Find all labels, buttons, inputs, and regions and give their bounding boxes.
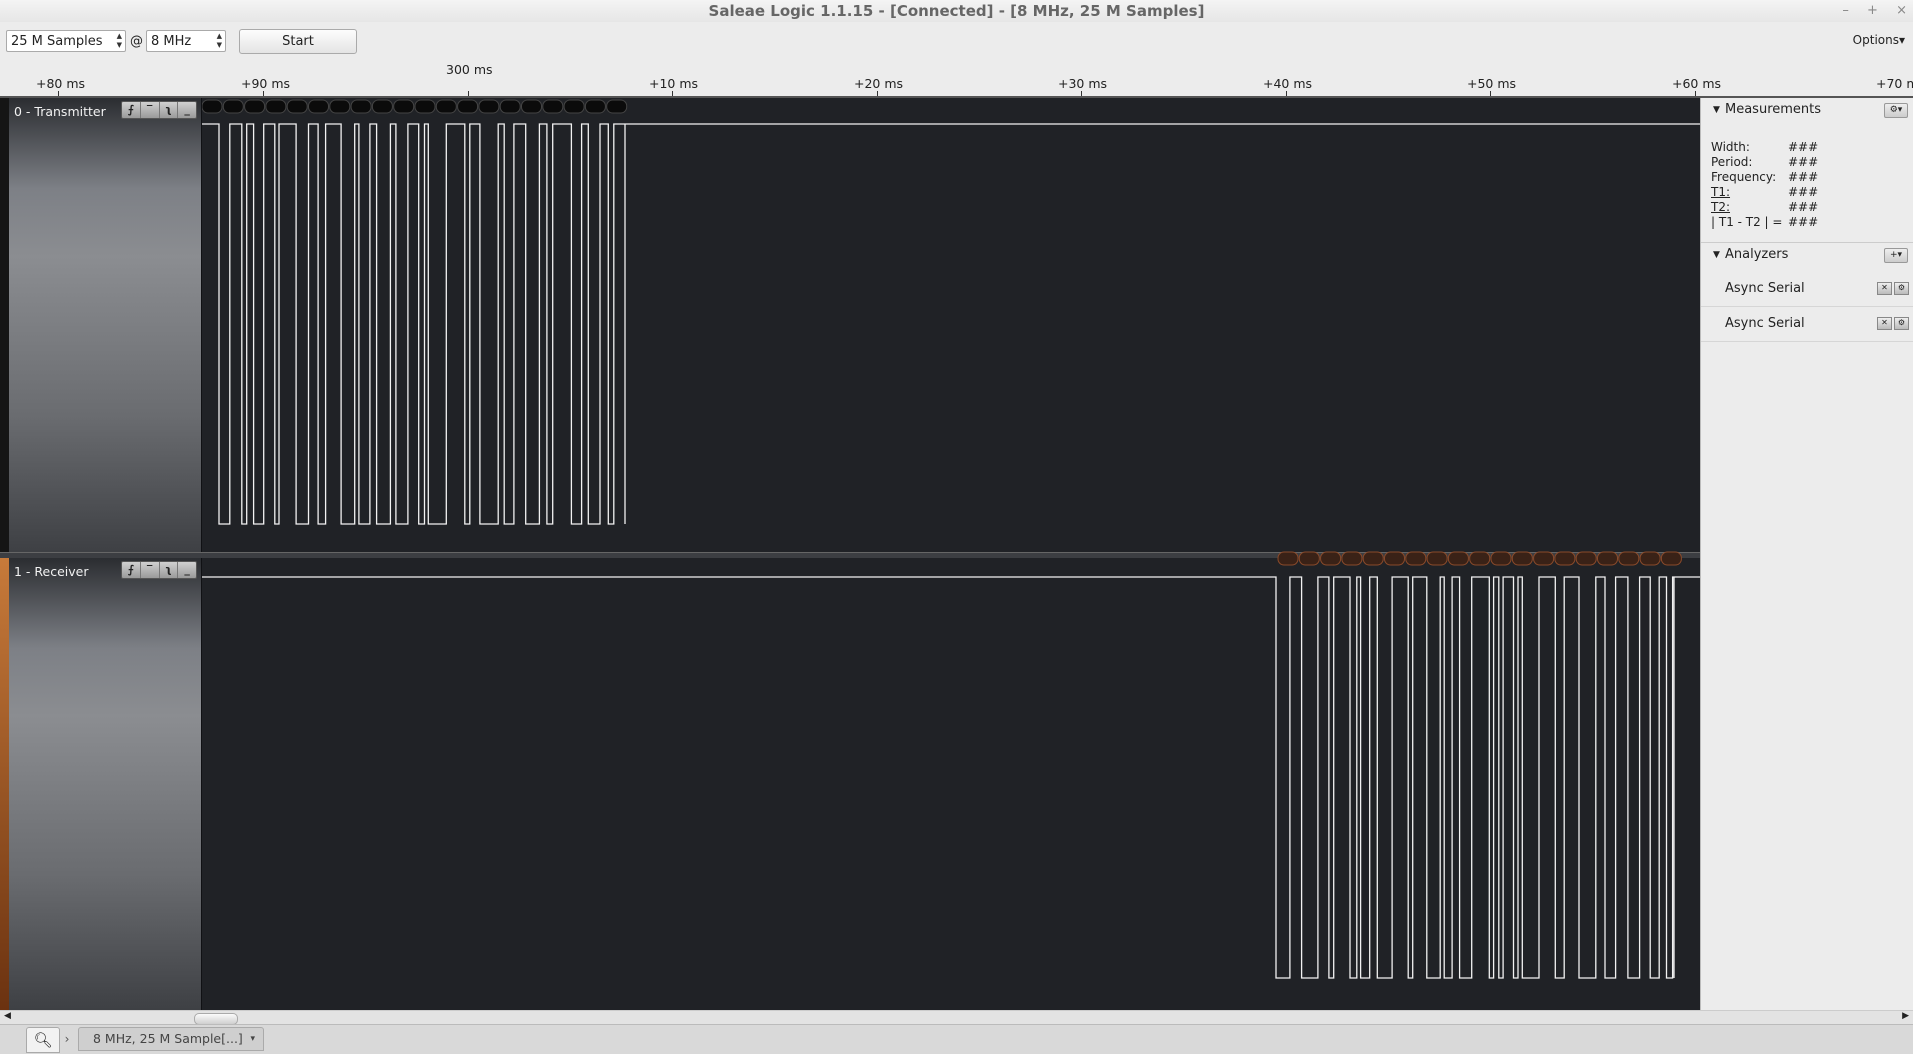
bottom-tab-bar: 🔍︎ › 8 MHz, 25 M Sample[...] ▾ — [0, 1024, 1913, 1054]
tick-label: +10 ms — [649, 76, 699, 91]
search-tab[interactable]: 🔍︎ — [26, 1027, 60, 1053]
channel-1-color-bar — [0, 558, 9, 1010]
sample-rate-selector[interactable]: 8 MHz ▲ ▼ — [146, 30, 226, 52]
analyzer-item[interactable]: Async Serial ✕ ⚙ — [1701, 307, 1913, 342]
gear-icon[interactable]: ⚙ — [1894, 317, 1909, 330]
measurement-row: Frequency: ### — [1711, 170, 1818, 185]
measurements-title: Measurements — [1725, 102, 1822, 117]
channel-1-trigger-buttons: ⨍ ‾ ʅ _ — [121, 561, 197, 579]
high-level-icon[interactable]: ‾ — [141, 102, 160, 118]
measurement-row: T2: ### — [1711, 200, 1818, 215]
measurement-label: Frequency: — [1711, 170, 1777, 184]
channel-1-header[interactable]: 1 - Receiver ⨍ ‾ ʅ _ — [0, 558, 202, 1010]
measurement-label-t1[interactable]: T1: — [1711, 185, 1788, 200]
title-bar: Saleae Logic 1.1.15 - [Connected] - [8 M… — [0, 0, 1913, 22]
channel-1-name: 1 - Receiver — [14, 564, 89, 579]
channel-0-color-bar — [0, 98, 9, 552]
tick-label: +40 ms — [1263, 76, 1313, 91]
measurement-label-t2[interactable]: T2: — [1711, 200, 1788, 215]
at-symbol: @ — [130, 34, 143, 49]
window-title: Saleae Logic 1.1.15 - [Connected] - [8 M… — [708, 2, 1205, 20]
analyzer-name: Async Serial — [1725, 316, 1805, 331]
sample-rate-value: 8 MHz — [151, 34, 192, 49]
next-tab-arrow[interactable]: › — [60, 1027, 74, 1051]
scroll-left-icon[interactable]: ◀ — [4, 1011, 11, 1021]
scroll-right-icon[interactable]: ▶ — [1902, 1011, 1909, 1021]
window-controls: – + × — [1828, 0, 1907, 22]
measurement-value: ### — [1788, 215, 1819, 229]
ruler-center-time: 300 ms — [446, 62, 493, 77]
channel-0-waveform — [202, 123, 1700, 525]
tick-label: +20 ms — [854, 76, 904, 91]
tick-label: +80 ms — [36, 76, 86, 91]
time-ruler[interactable]: 300 ms +80 ms +90 ms +10 ms +20 ms +30 m… — [0, 62, 1913, 98]
maximize-button[interactable]: + — [1867, 3, 1878, 18]
minimize-button[interactable]: – — [1842, 3, 1849, 18]
measurement-label: Width: — [1711, 140, 1750, 154]
measurements-table: Width: ### Period: ### Frequency: ### T1: ##… — [1711, 140, 1818, 230]
low-level-icon[interactable]: _ — [178, 102, 196, 118]
chevron-down-icon[interactable]: ▾ — [250, 1028, 255, 1050]
horizontal-scrollbar[interactable]: ◀ ▶ — [0, 1010, 1913, 1025]
gear-icon[interactable]: ⚙▾ — [1884, 103, 1908, 118]
measurement-row: Width: ### — [1711, 140, 1818, 155]
start-button[interactable]: Start — [239, 29, 357, 54]
measurement-value: ### — [1788, 155, 1819, 169]
channel-0-header[interactable]: 0 - Transmitter ⨍ ‾ ʅ _ — [0, 98, 202, 552]
tick-label: +60 ms — [1672, 76, 1722, 91]
low-level-icon[interactable]: _ — [178, 562, 196, 578]
session-tab-label: 8 MHz, 25 M Sample[...] — [93, 1031, 243, 1046]
tick-label: +50 ms — [1467, 76, 1517, 91]
analyzer-item[interactable]: Async Serial ✕ ⚙ — [1701, 272, 1913, 307]
channel-area: 0 - Transmitter ⨍ ‾ ʅ _ 1 - Receiver ⨍ ‾… — [0, 98, 1700, 1010]
signal-trace — [202, 576, 1700, 979]
falling-edge-icon[interactable]: ʅ — [160, 562, 179, 578]
measurement-value: ### — [1788, 200, 1819, 214]
collapse-triangle-icon[interactable]: ▼ — [1713, 243, 1720, 267]
add-analyzer-icon[interactable]: +▾ — [1884, 248, 1908, 263]
session-tab[interactable]: 8 MHz, 25 M Sample[...] ▾ — [78, 1027, 264, 1051]
options-menu[interactable]: Options▾ — [1853, 33, 1905, 47]
signal-trace — [202, 123, 1700, 525]
measurement-row: T1: ### — [1711, 185, 1818, 200]
measurement-row: Period: ### — [1711, 155, 1818, 170]
rising-edge-icon[interactable]: ⨍ — [122, 562, 141, 578]
tick-label: +90 ms — [241, 76, 291, 91]
channel-1-waveform — [202, 576, 1700, 979]
spin-arrows-icon[interactable]: ▲ ▼ — [217, 32, 222, 50]
analyzer-name: Async Serial — [1725, 281, 1805, 296]
search-icon: 🔍︎ — [33, 1031, 53, 1049]
tick-label: +70 ms — [1876, 76, 1913, 91]
close-button[interactable]: × — [1896, 3, 1907, 18]
gear-icon[interactable]: ⚙ — [1894, 282, 1909, 295]
samples-selector[interactable]: 25 M Samples ▲ ▼ — [6, 30, 126, 52]
measurement-row: | T1 - T2 | = ### — [1711, 215, 1818, 230]
channel-0-name: 0 - Transmitter — [14, 104, 106, 119]
samples-value: 25 M Samples — [11, 34, 103, 49]
high-level-icon[interactable]: ‾ — [141, 562, 160, 578]
measurement-value: ### — [1788, 140, 1819, 154]
tick-label: +30 ms — [1058, 76, 1108, 91]
channel-1-trace[interactable] — [202, 551, 1700, 1010]
spin-arrows-icon[interactable]: ▲ ▼ — [117, 32, 122, 50]
collapse-triangle-icon[interactable]: ▼ — [1713, 98, 1720, 122]
analyzers-title: Analyzers — [1725, 247, 1789, 262]
close-icon[interactable]: ✕ — [1877, 317, 1892, 330]
toolbar: 25 M Samples ▲ ▼ @ 8 MHz ▲ ▼ Start Options… — [0, 22, 1913, 62]
channel-0-trace[interactable] — [202, 98, 1700, 552]
measurement-label: | T1 - T2 | = — [1711, 215, 1783, 229]
channel-0-trigger-buttons: ⨍ ‾ ʅ _ — [121, 101, 197, 119]
analyzers-header[interactable]: ▼ Analyzers +▾ — [1701, 243, 1913, 267]
side-panel: ▼ Measurements ⚙▾ Width: ### Period: ### F… — [1700, 98, 1913, 1010]
measurements-header[interactable]: ▼ Measurements ⚙▾ — [1701, 98, 1913, 122]
close-icon[interactable]: ✕ — [1877, 282, 1892, 295]
measurement-value: ### — [1788, 170, 1819, 184]
measurement-label: Period: — [1711, 155, 1753, 169]
rising-edge-icon[interactable]: ⨍ — [122, 102, 141, 118]
measurement-value: ### — [1788, 185, 1819, 199]
falling-edge-icon[interactable]: ʅ — [160, 102, 179, 118]
